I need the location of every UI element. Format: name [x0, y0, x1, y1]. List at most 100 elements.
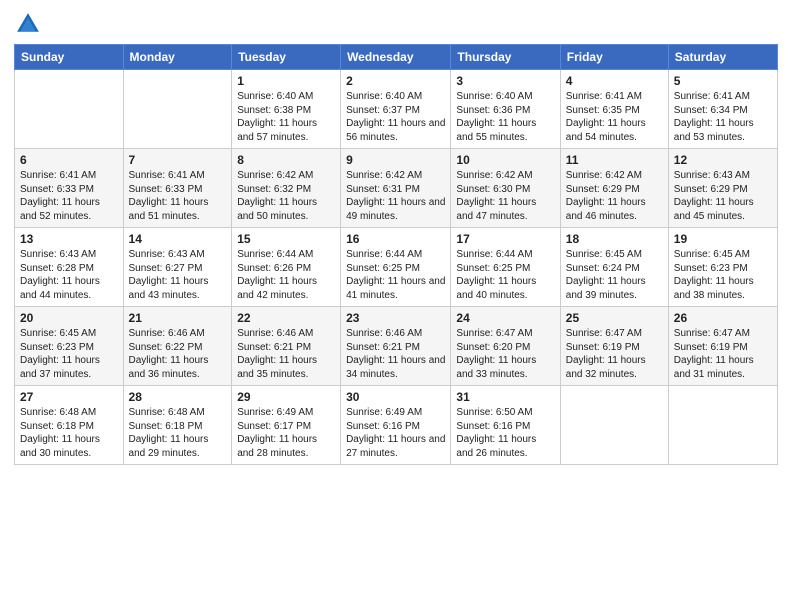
calendar-cell: 29 Sunrise: 6:49 AMSunset: 6:17 PMDayligh…	[232, 386, 341, 465]
calendar-cell	[668, 386, 777, 465]
day-number: 14	[129, 232, 227, 246]
week-row-2: 6Sunrise: 6:41 AMSunset: 6:33 PMDaylight…	[15, 149, 778, 228]
day-info: Sunrise: 6:42 AMSunset: 6:32 PMDaylight:…	[237, 169, 335, 223]
day-number: 19	[674, 232, 772, 246]
day-number: 22	[237, 311, 335, 325]
day-info: Sunrise: 6:43 AMSunset: 6:28 PMDaylight:…	[20, 248, 118, 302]
calendar-cell: 11 Sunrise: 6:42 AMSunset: 6:29 PMDayligh…	[560, 149, 668, 228]
day-info: Sunrise: 6:47 AMSunset: 6:20 PMDaylight:…	[456, 327, 554, 381]
weekday-header-row: SundayMondayTuesdayWednesdayThursdayFrid…	[15, 45, 778, 70]
day-number: 1	[237, 74, 335, 88]
weekday-monday: Monday	[123, 45, 232, 70]
day-info: Sunrise: 6:49 AMSunset: 6:17 PMDaylight:…	[237, 406, 335, 460]
calendar-cell: 28 Sunrise: 6:48 AMSunset: 6:18 PMDayligh…	[123, 386, 232, 465]
day-info: Sunrise: 6:42 AMSunset: 6:31 PMDaylight:…	[346, 169, 445, 223]
calendar-cell: 8Sunrise: 6:42 AMSunset: 6:32 PMDaylight…	[232, 149, 341, 228]
calendar-cell: 17 Sunrise: 6:44 AMSunset: 6:25 PMDayligh…	[451, 228, 560, 307]
calendar-cell: 24Sunrise: 6:47 AMSunset: 6:20 PMDayligh…	[451, 307, 560, 386]
day-info: Sunrise: 6:48 AMSunset: 6:18 PMDaylight:…	[129, 406, 227, 460]
calendar-cell: 2Sunrise: 6:40 AMSunset: 6:37 PMDaylight…	[341, 70, 451, 149]
calendar-cell: 14Sunrise: 6:43 AMSunset: 6:27 PMDayligh…	[123, 228, 232, 307]
calendar-cell: 18 Sunrise: 6:45 AMSunset: 6:24 PMDayligh…	[560, 228, 668, 307]
calendar: SundayMondayTuesdayWednesdayThursdayFrid…	[14, 44, 778, 465]
logo	[14, 10, 46, 38]
day-number: 10	[456, 153, 554, 167]
day-info: Sunrise: 6:40 AMSunset: 6:36 PMDaylight:…	[456, 90, 554, 144]
day-info: Sunrise: 6:46 AMSunset: 6:21 PMDaylight:…	[237, 327, 335, 381]
day-info: Sunrise: 6:41 AMSunset: 6:33 PMDaylight:…	[129, 169, 227, 223]
day-number: 12	[674, 153, 772, 167]
day-number: 7	[129, 153, 227, 167]
day-number: 11	[566, 153, 663, 167]
week-row-5: 27 Sunrise: 6:48 AMSunset: 6:18 PMDayligh…	[15, 386, 778, 465]
day-number: 31	[456, 390, 554, 404]
day-number: 18	[566, 232, 663, 246]
calendar-cell: 31 Sunrise: 6:50 AMSunset: 6:16 PMDayligh…	[451, 386, 560, 465]
day-number: 4	[566, 74, 663, 88]
calendar-cell: 13Sunrise: 6:43 AMSunset: 6:28 PMDayligh…	[15, 228, 124, 307]
day-info: Sunrise: 6:40 AMSunset: 6:37 PMDaylight:…	[346, 90, 445, 144]
day-number: 29	[237, 390, 335, 404]
day-info: Sunrise: 6:48 AMSunset: 6:18 PMDaylight:…	[20, 406, 118, 460]
day-number: 25	[566, 311, 663, 325]
calendar-cell: 15Sunrise: 6:44 AMSunset: 6:26 PMDayligh…	[232, 228, 341, 307]
day-info: Sunrise: 6:46 AMSunset: 6:21 PMDaylight:…	[346, 327, 445, 381]
calendar-cell: 16Sunrise: 6:44 AMSunset: 6:25 PMDayligh…	[341, 228, 451, 307]
weekday-wednesday: Wednesday	[341, 45, 451, 70]
calendar-cell: 26 Sunrise: 6:47 AMSunset: 6:19 PMDayligh…	[668, 307, 777, 386]
day-info: Sunrise: 6:50 AMSunset: 6:16 PMDaylight:…	[456, 406, 554, 460]
weekday-tuesday: Tuesday	[232, 45, 341, 70]
calendar-cell: 21 Sunrise: 6:46 AMSunset: 6:22 PMDayligh…	[123, 307, 232, 386]
day-number: 27	[20, 390, 118, 404]
header	[14, 10, 778, 38]
day-info: Sunrise: 6:47 AMSunset: 6:19 PMDaylight:…	[566, 327, 663, 381]
day-number: 20	[20, 311, 118, 325]
day-info: Sunrise: 6:42 AMSunset: 6:29 PMDaylight:…	[566, 169, 663, 223]
day-info: Sunrise: 6:45 AMSunset: 6:24 PMDaylight:…	[566, 248, 663, 302]
page: SundayMondayTuesdayWednesdayThursdayFrid…	[0, 0, 792, 612]
calendar-cell: 5 Sunrise: 6:41 AMSunset: 6:34 PMDaylight…	[668, 70, 777, 149]
calendar-cell: 25 Sunrise: 6:47 AMSunset: 6:19 PMDayligh…	[560, 307, 668, 386]
day-number: 23	[346, 311, 445, 325]
weekday-thursday: Thursday	[451, 45, 560, 70]
day-number: 21	[129, 311, 227, 325]
weekday-sunday: Sunday	[15, 45, 124, 70]
weekday-saturday: Saturday	[668, 45, 777, 70]
calendar-cell	[15, 70, 124, 149]
day-info: Sunrise: 6:44 AMSunset: 6:25 PMDaylight:…	[346, 248, 445, 302]
day-info: Sunrise: 6:47 AMSunset: 6:19 PMDaylight:…	[674, 327, 772, 381]
day-number: 30	[346, 390, 445, 404]
calendar-cell: 19 Sunrise: 6:45 AMSunset: 6:23 PMDayligh…	[668, 228, 777, 307]
calendar-cell: 30 Sunrise: 6:49 AMSunset: 6:16 PMDayligh…	[341, 386, 451, 465]
calendar-cell: 7 Sunrise: 6:41 AMSunset: 6:33 PMDaylight…	[123, 149, 232, 228]
calendar-cell: 4 Sunrise: 6:41 AMSunset: 6:35 PMDaylight…	[560, 70, 668, 149]
day-info: Sunrise: 6:40 AMSunset: 6:38 PMDaylight:…	[237, 90, 335, 144]
calendar-cell: 12 Sunrise: 6:43 AMSunset: 6:29 PMDayligh…	[668, 149, 777, 228]
day-info: Sunrise: 6:42 AMSunset: 6:30 PMDaylight:…	[456, 169, 554, 223]
week-row-1: 1 Sunrise: 6:40 AMSunset: 6:38 PMDaylight…	[15, 70, 778, 149]
day-info: Sunrise: 6:41 AMSunset: 6:35 PMDaylight:…	[566, 90, 663, 144]
day-number: 5	[674, 74, 772, 88]
day-info: Sunrise: 6:41 AMSunset: 6:33 PMDaylight:…	[20, 169, 118, 223]
calendar-cell: 6Sunrise: 6:41 AMSunset: 6:33 PMDaylight…	[15, 149, 124, 228]
day-info: Sunrise: 6:43 AMSunset: 6:29 PMDaylight:…	[674, 169, 772, 223]
day-number: 28	[129, 390, 227, 404]
week-row-3: 13Sunrise: 6:43 AMSunset: 6:28 PMDayligh…	[15, 228, 778, 307]
logo-icon	[14, 10, 42, 38]
weekday-friday: Friday	[560, 45, 668, 70]
day-info: Sunrise: 6:45 AMSunset: 6:23 PMDaylight:…	[674, 248, 772, 302]
day-number: 26	[674, 311, 772, 325]
calendar-cell: 20 Sunrise: 6:45 AMSunset: 6:23 PMDayligh…	[15, 307, 124, 386]
day-info: Sunrise: 6:49 AMSunset: 6:16 PMDaylight:…	[346, 406, 445, 460]
day-info: Sunrise: 6:44 AMSunset: 6:25 PMDaylight:…	[456, 248, 554, 302]
calendar-cell: 9Sunrise: 6:42 AMSunset: 6:31 PMDaylight…	[341, 149, 451, 228]
day-number: 15	[237, 232, 335, 246]
day-number: 17	[456, 232, 554, 246]
day-info: Sunrise: 6:41 AMSunset: 6:34 PMDaylight:…	[674, 90, 772, 144]
day-info: Sunrise: 6:46 AMSunset: 6:22 PMDaylight:…	[129, 327, 227, 381]
calendar-cell: 27 Sunrise: 6:48 AMSunset: 6:18 PMDayligh…	[15, 386, 124, 465]
calendar-cell	[560, 386, 668, 465]
calendar-cell	[123, 70, 232, 149]
calendar-cell: 1 Sunrise: 6:40 AMSunset: 6:38 PMDaylight…	[232, 70, 341, 149]
day-info: Sunrise: 6:45 AMSunset: 6:23 PMDaylight:…	[20, 327, 118, 381]
